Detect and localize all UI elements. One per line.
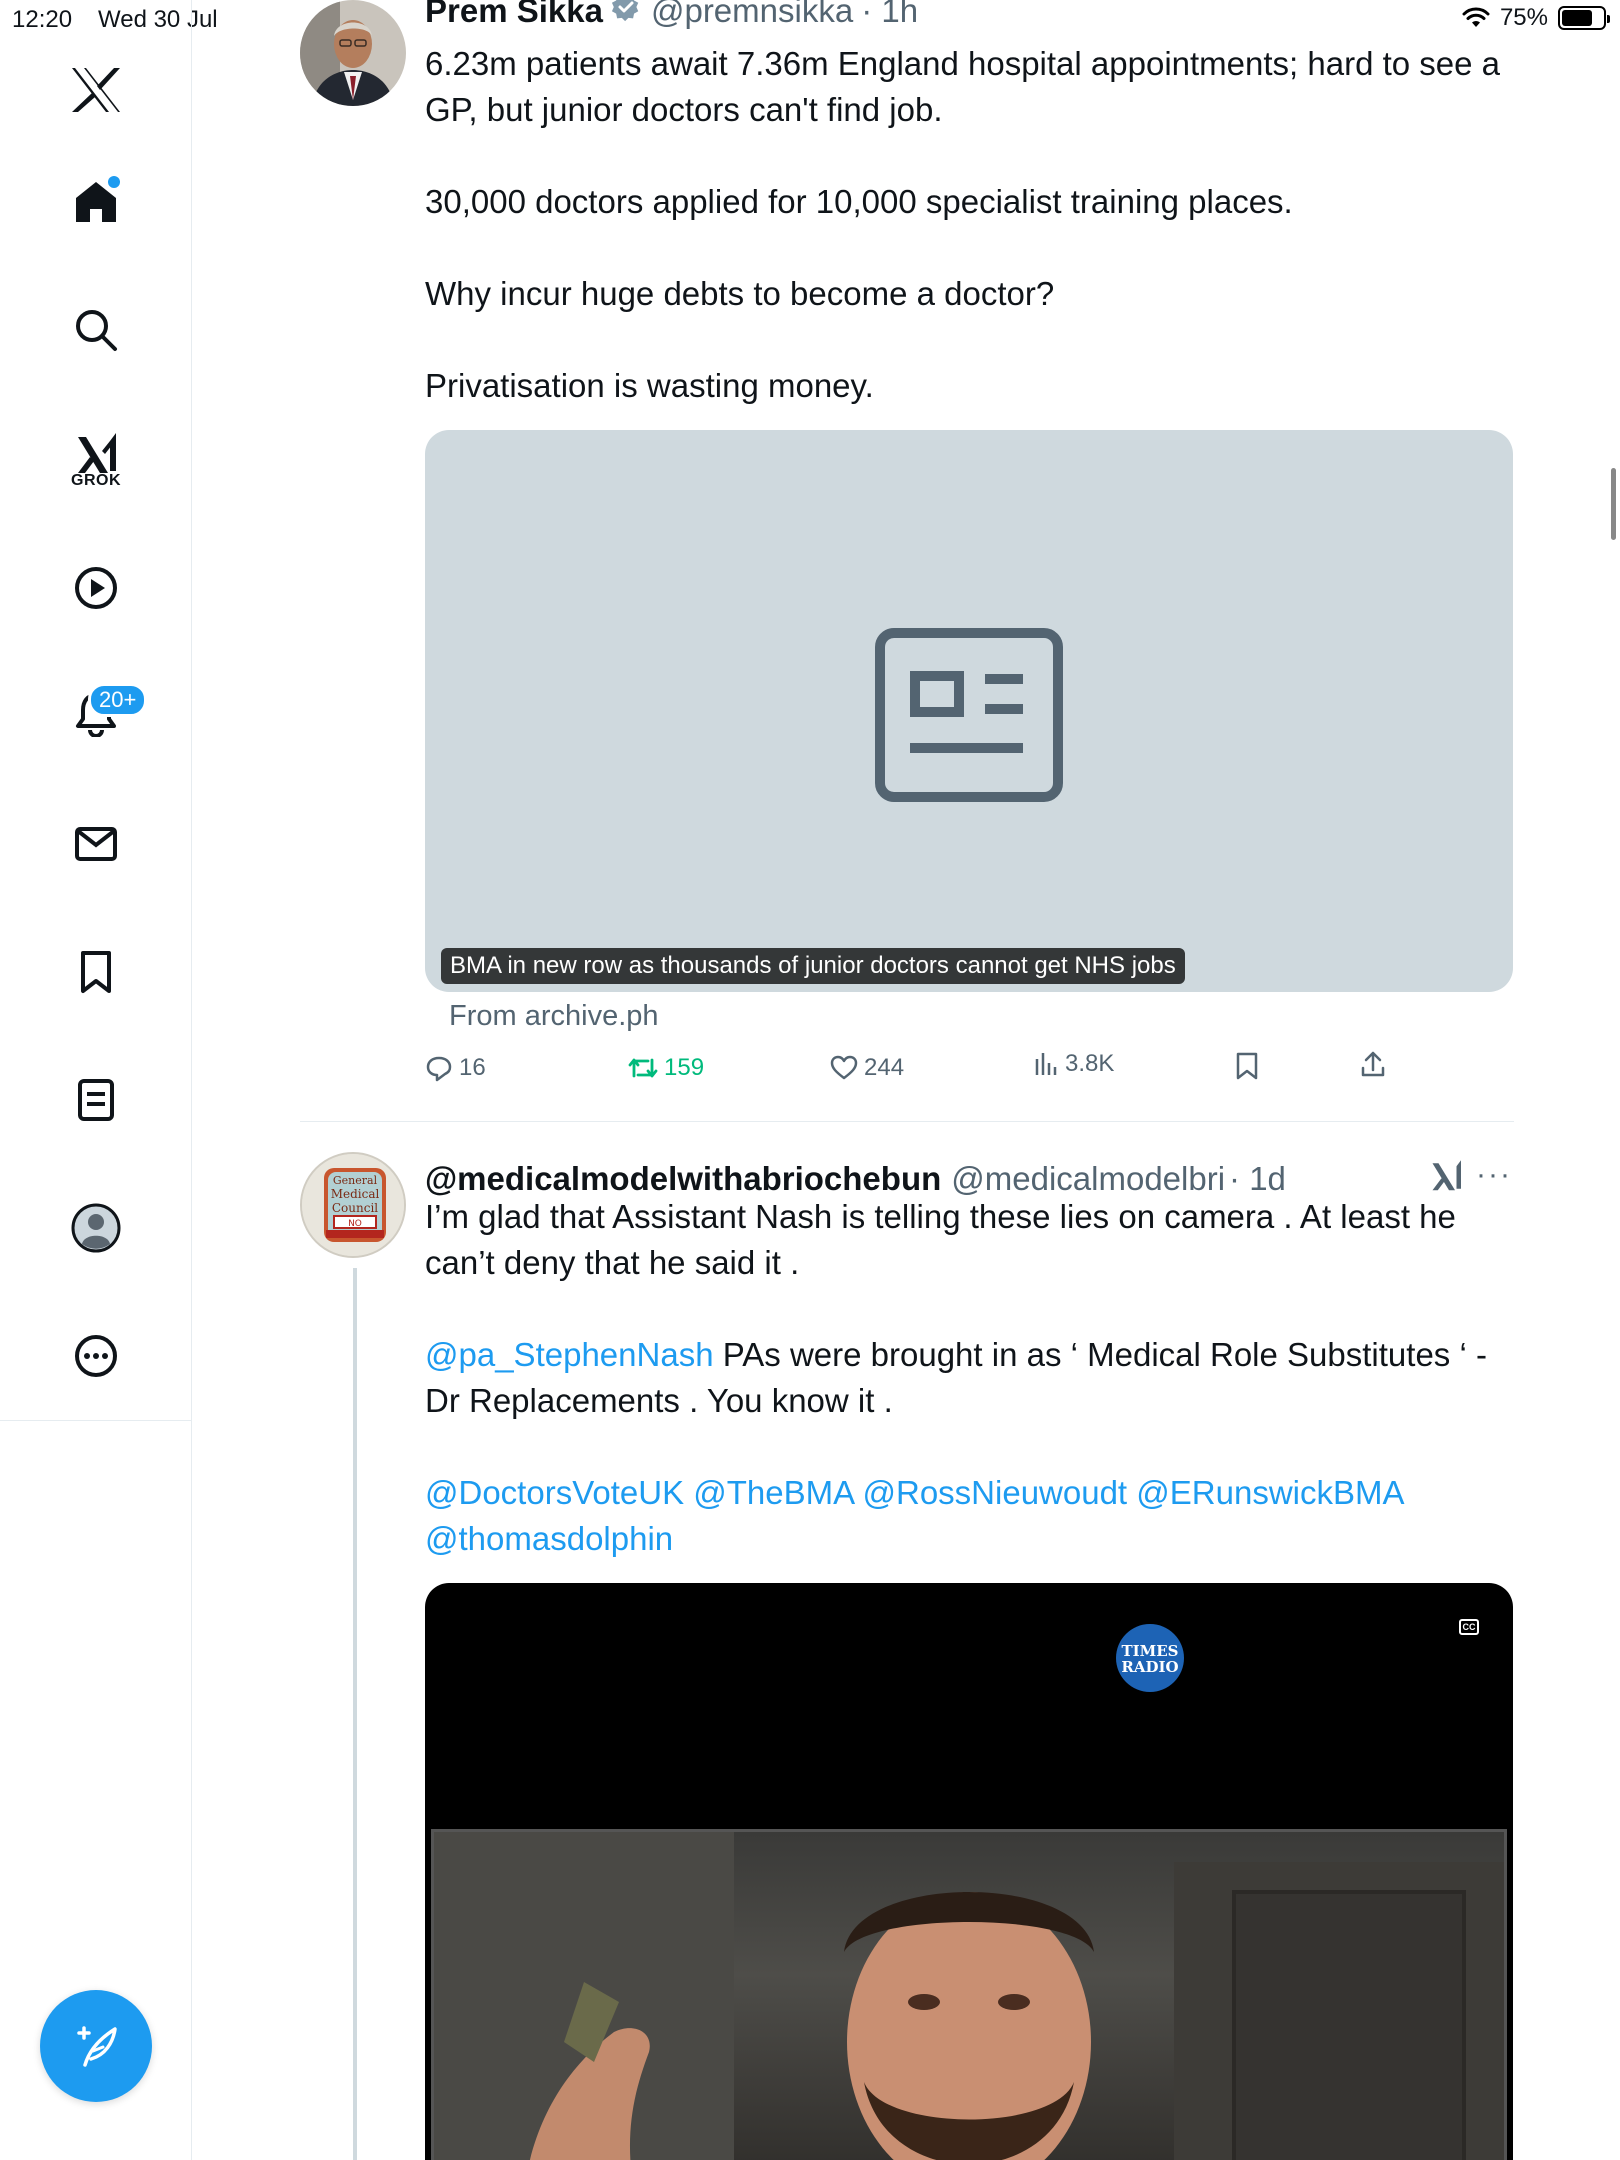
- x-logo-icon[interactable]: [66, 60, 126, 120]
- svg-text:RADIO: RADIO: [1121, 1658, 1178, 1676]
- heart-icon: [830, 1055, 858, 1080]
- author-handle[interactable]: @premnsikka: [651, 0, 853, 30]
- sidebar-item-explore[interactable]: [66, 300, 126, 360]
- svg-text:NO: NO: [348, 1219, 362, 1229]
- retweet-count: 159: [664, 1054, 705, 1081]
- play-circle-icon: [75, 567, 117, 609]
- views-button[interactable]: 3.8K: [1033, 1050, 1114, 1078]
- compose-post-button[interactable]: [40, 1990, 152, 2102]
- sidebar-item-bookmarks[interactable]: [66, 942, 126, 1002]
- search-icon: [76, 310, 117, 351]
- mentions-list[interactable]: @DoctorsVoteUK @TheBMA @RossNieuwoudt @E…: [425, 1470, 1515, 1562]
- tweet-paragraph: 30,000 doctors applied for 10,000 specia…: [425, 183, 1293, 220]
- tweet-prem-sikka[interactable]: Prem Sikka @premnsikka · 1h 6.23m patien…: [300, 0, 1514, 1120]
- analytics-bars-icon: [1035, 1053, 1057, 1075]
- tweet-header: Prem Sikka @premnsikka · 1h: [425, 0, 918, 30]
- sidebar-item-home[interactable]: [66, 172, 126, 232]
- tweet-medicalmodel[interactable]: General Medical Council NO @medicalmodel…: [300, 1150, 1514, 2160]
- times-radio-logo: TIMES RADIO: [1116, 1624, 1184, 1692]
- card-title: BMA in new row as thousands of junior do…: [441, 948, 1185, 984]
- battery-icon: [1558, 6, 1610, 30]
- verified-badge-icon: [611, 0, 639, 22]
- retweet-button[interactable]: 159: [628, 1054, 704, 1082]
- link-preview-card[interactable]: BMA in new row as thousands of junior do…: [425, 430, 1513, 992]
- home-unread-dot: [108, 176, 120, 188]
- share-button[interactable]: [1360, 1050, 1386, 1078]
- tweet-body: 6.23m patients await 7.36m England hospi…: [425, 41, 1515, 409]
- sidebar-divider: [0, 1420, 192, 1421]
- mention-link[interactable]: @pa_StephenNash: [425, 1336, 714, 1373]
- tweet-header: @medicalmodelwithabriochebun @medicalmod…: [425, 1160, 1286, 1198]
- author-handle[interactable]: @medicalmodelbri: [951, 1160, 1225, 1198]
- reply-icon: [426, 1056, 452, 1082]
- more-options-icon[interactable]: ···: [1476, 1158, 1512, 1192]
- sidebar: GROK 20+: [0, 0, 192, 2160]
- svg-text:Medical: Medical: [331, 1187, 380, 1201]
- like-count: 244: [864, 1054, 905, 1081]
- sidebar-item-more[interactable]: [66, 1326, 126, 1386]
- retweet-icon: [628, 1058, 658, 1078]
- mail-icon: [75, 827, 117, 861]
- svg-text:Council: Council: [332, 1201, 378, 1215]
- tweet-paragraph: I’m glad that Assistant Nash is telling …: [425, 1198, 1456, 1281]
- tweet-actions: 16 159 244 3.8K: [425, 1050, 1425, 1094]
- bookmark-button[interactable]: [1235, 1052, 1259, 1080]
- bookmark-icon: [1236, 1052, 1258, 1080]
- author-avatar[interactable]: [300, 0, 406, 106]
- views-count: 3.8K: [1065, 1050, 1115, 1077]
- sidebar-item-messages[interactable]: [66, 814, 126, 874]
- tweet-paragraph: @pa_StephenNash PAs were brought in as ‘…: [425, 1332, 1515, 1424]
- sidebar-item-grok[interactable]: GROK: [66, 424, 126, 489]
- sidebar-item-video[interactable]: [66, 558, 126, 618]
- notifications-badge: 20+: [88, 683, 148, 717]
- tweet-paragraph: 6.23m patients await 7.36m England hospi…: [425, 45, 1501, 128]
- video-frame: [431, 1829, 1507, 2160]
- grok-icon: [78, 433, 116, 473]
- tweet-time[interactable]: · 1d: [1229, 1160, 1286, 1198]
- list-icon: [78, 1079, 114, 1121]
- svg-text:General: General: [333, 1174, 378, 1187]
- author-avatar[interactable]: General Medical Council NO: [300, 1152, 406, 1258]
- sidebar-item-lists[interactable]: [66, 1070, 126, 1130]
- reply-count: 16: [459, 1054, 486, 1081]
- sidebar-item-profile[interactable]: [66, 1198, 126, 1258]
- closed-captions-button[interactable]: CC: [1459, 1619, 1479, 1635]
- profile-avatar-icon: [71, 1203, 121, 1253]
- video-player[interactable]: CC: [425, 1583, 1513, 2160]
- news-article-icon: [875, 628, 1063, 802]
- grok-label: GROK: [71, 472, 121, 489]
- bookmark-icon: [81, 951, 111, 993]
- card-source[interactable]: From archive.ph: [449, 1000, 659, 1033]
- author-name[interactable]: @medicalmodelwithabriochebun: [425, 1160, 941, 1198]
- tweet-body: I’m glad that Assistant Nash is telling …: [425, 1194, 1515, 1562]
- tweet-time[interactable]: · 1h: [861, 0, 918, 30]
- tweet-paragraph: Why incur huge debts to become a doctor?: [425, 275, 1055, 312]
- share-icon: [1361, 1051, 1385, 1077]
- tweet-paragraph: Privatisation is wasting money.: [425, 367, 874, 404]
- compose-feather-icon: [77, 2026, 117, 2067]
- author-name[interactable]: Prem Sikka: [425, 0, 603, 30]
- more-circle-icon: [75, 1335, 117, 1377]
- grok-explain-icon[interactable]: [1428, 1158, 1464, 1194]
- scrollbar[interactable]: [1611, 468, 1616, 540]
- like-button[interactable]: 244: [830, 1054, 904, 1082]
- reply-button[interactable]: 16: [425, 1054, 486, 1082]
- tweet-separator: [300, 1121, 1514, 1122]
